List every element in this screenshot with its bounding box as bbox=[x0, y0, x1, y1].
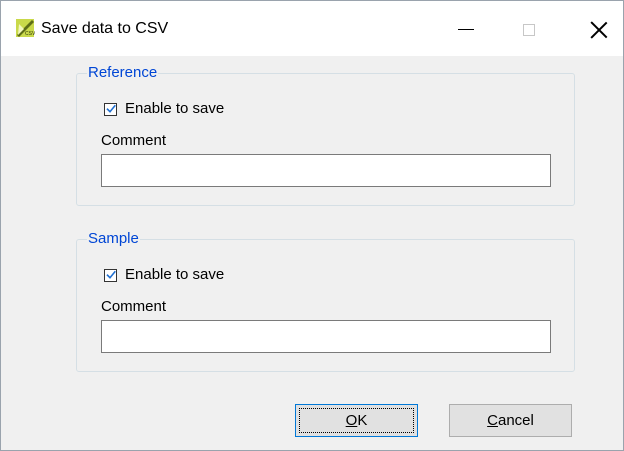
minimize-icon bbox=[458, 29, 474, 30]
sample-comment-field[interactable] bbox=[101, 320, 551, 353]
minimize-button[interactable] bbox=[443, 1, 489, 56]
sample-group-title: Sample bbox=[87, 230, 140, 248]
sample-enable-to-save-label: Enable to save bbox=[125, 266, 225, 283]
sample-enable-to-save-checkbox[interactable]: Enable to save bbox=[104, 265, 224, 285]
ok-button-label: OK bbox=[346, 412, 368, 429]
checked-checkbox-icon[interactable] bbox=[104, 102, 117, 116]
reference-enable-to-save-checkbox[interactable]: Enable to save bbox=[104, 99, 224, 119]
cancel-button-label: Cancel bbox=[487, 412, 534, 429]
cancel-button-mnemonic: C bbox=[487, 412, 498, 429]
sample-comment-label: Comment bbox=[101, 298, 167, 315]
title-bar[interactable]: CSV Save data to CSV bbox=[1, 1, 623, 56]
cancel-button[interactable]: Cancel bbox=[449, 404, 572, 437]
reference-comment-label: Comment bbox=[101, 132, 167, 149]
svg-text:CSV: CSV bbox=[25, 31, 35, 37]
maximize-button[interactable] bbox=[506, 1, 552, 56]
csv-export-icon: CSV bbox=[15, 18, 36, 38]
reference-enable-to-save-label: Enable to save bbox=[125, 100, 225, 117]
checked-checkbox-icon[interactable] bbox=[104, 268, 117, 282]
sample-group: Sample Enable to save Comment bbox=[76, 230, 575, 372]
reference-group-title: Reference bbox=[87, 64, 159, 82]
close-button[interactable] bbox=[576, 1, 622, 56]
ok-button-label-rest: K bbox=[357, 412, 368, 429]
save-data-to-csv-dialog: CSV Save data to CSV Reference Enable to… bbox=[0, 0, 624, 451]
ok-button-mnemonic: O bbox=[345, 412, 358, 429]
cancel-button-label-rest: ancel bbox=[497, 412, 534, 429]
dialog-client-area: Reference Enable to save Comment Sample bbox=[1, 56, 623, 450]
reference-group: Reference Enable to save Comment bbox=[76, 64, 575, 206]
ok-button[interactable]: OK bbox=[295, 404, 418, 437]
window-title: Save data to CSV bbox=[41, 20, 169, 37]
close-icon bbox=[590, 21, 608, 39]
maximize-icon bbox=[523, 23, 535, 36]
reference-comment-field[interactable] bbox=[101, 154, 551, 187]
